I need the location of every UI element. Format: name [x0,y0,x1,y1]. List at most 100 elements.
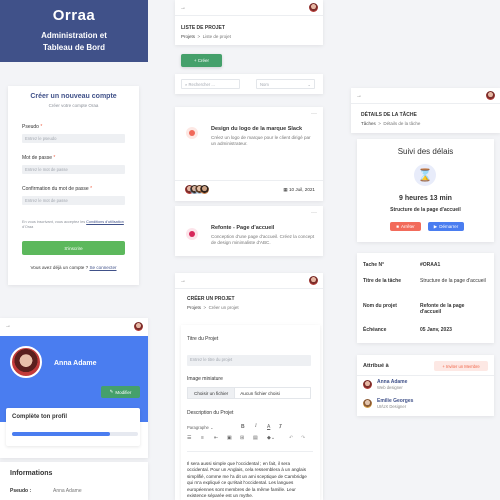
thumbnail-label: Image miniature [187,376,223,382]
task-structure: Structure de la page d'accueil [390,207,461,213]
informations-card: Informations Pseudo : Anna Adame [0,462,148,500]
choose-file-button[interactable]: Choisir un fichier [188,388,236,398]
media-icon[interactable]: ▤ [253,435,258,441]
breadcrumb-root[interactable]: Projets [187,305,201,310]
italic-icon[interactable]: I [255,424,257,429]
project-title-label: Titre du Projet [187,336,219,342]
member-role: UI/UX Designer [377,404,407,409]
search-icon: ⌕ [185,82,188,87]
project-filter-bar: ⌕ Rechercher ... Nom ⌄ [175,74,323,94]
divider [175,288,323,289]
project-card[interactable]: ··· Design du logo de la marque Slack Cr… [175,107,323,201]
divider [175,180,323,181]
project-members [185,185,215,195]
more-options-icon[interactable]: ··· [311,111,317,117]
avatar [200,185,209,194]
sort-select[interactable]: Nom ⌄ [256,79,315,89]
project-list-topbar: → [175,0,323,15]
confirm-password-label: Confirmation du mot de passe * [22,186,93,192]
arrow-right-icon[interactable]: → [356,93,362,99]
divider [357,375,494,376]
avatar[interactable] [134,321,143,331]
task-topbar: → [351,88,500,103]
divider [175,15,323,16]
member-item: Anna Adame Web designer [363,379,488,391]
chevron-down-icon: ⌄ [307,82,311,87]
project-dot [186,127,198,139]
password-input[interactable]: Entrez le mot de passe [22,165,125,174]
breadcrumb-root[interactable]: Tâches [361,121,376,126]
confirm-password-input[interactable]: Entrez le mot de passe [22,196,125,205]
description-label: Description du Projet [187,410,234,416]
password-label: Mot de passe * [22,155,56,161]
play-icon: ▶ [433,223,438,229]
invite-member-button[interactable]: + Inviter un Membre [434,361,488,371]
redo-icon[interactable]: ↷ [301,435,305,441]
signup-card: Créer un nouveau compte Créer votre comp… [8,86,139,285]
breadcrumb: Projets > Créer un projet [187,305,239,310]
stop-button[interactable]: ■ Arrêter [390,222,421,231]
brand-header: Orraa Administration et Tableau de Bord [0,0,148,62]
breadcrumb: Tâches > Détails de la tâche [361,121,421,126]
avatar[interactable] [309,276,318,285]
editor-toolbar: Paragraphe ⌄ B I A Ⱦ ☰ ≡ ⇤ ▣ ⊞ ▤ ◆⌄ ↶ ↷ [187,423,313,447]
informations-title: Informations [10,470,53,477]
divider [351,103,500,104]
calendar-icon: ▦ [283,187,288,192]
profile-card: → Anna Adame ✎ Modifier Complète ton prof… [0,318,148,458]
profile-avatar [10,346,42,378]
assigned-card: Attribué à + Inviter un Membre Anna Adam… [357,355,494,416]
project-card[interactable]: ··· Refonte - Page d'accueil Conception … [175,206,323,256]
stop-icon: ■ [396,224,399,229]
have-account-text: Vous avez déjà un compte ? Se connecter [30,265,117,270]
profile-topbar: → [0,318,148,334]
login-link[interactable]: Se connecter [89,265,116,270]
divider [187,451,313,452]
page-title: CRÉER UN PROJET [187,296,235,302]
complete-profile-box: Complète ton profil [6,408,140,446]
member-role: Web designer [377,385,403,390]
table-icon[interactable]: ⊞ [240,435,244,441]
time-tracking-title: Suivi des délais [397,147,454,156]
search-input[interactable]: ⌕ Rechercher ... [181,79,240,89]
bold-icon[interactable]: B [241,424,245,430]
start-button[interactable]: ▶ Démarrer [428,222,464,231]
more-options-icon[interactable]: ··· [311,210,317,216]
arrow-right-icon[interactable]: → [5,323,11,329]
file-input[interactable]: Choisir un fichier Aucun fichier choisi [187,387,311,399]
editor-content[interactable]: Il sera aussi simple que l'occidental ; … [187,461,311,499]
pseudo-input[interactable]: Entrez le pseudo [22,134,125,143]
project-desc: Créez un logo de marque pour le client d… [211,135,311,146]
member-item: Emilie Georges UI/UX Designer [363,398,488,410]
text-size-icon[interactable]: Ⱦ [279,424,282,430]
task-detail-header: → DÉTAILS DE LA TÂCHE Tâches > Détails d… [351,88,500,133]
outdent-icon[interactable]: ⇤ [214,435,218,441]
terms-text: En vous inscrivant, vous acceptez les Co… [22,220,124,229]
text-color-icon[interactable]: A [267,424,270,430]
arrow-right-icon[interactable]: → [180,278,186,284]
create-project-form: Titre du Projet Entrez le titre du proje… [181,325,320,500]
brand-title-line2: Tableau de Bord [42,43,106,52]
undo-icon[interactable]: ↶ [289,435,293,441]
insert-icon[interactable]: ◆⌄ [267,435,275,441]
page-title: DÉTAILS DE LA TÂCHE [361,112,417,118]
arrow-right-icon[interactable]: → [180,5,186,11]
signup-title: Créer un nouveau compte [30,93,117,100]
terms-link[interactable]: Conditions d'utilisation [86,220,124,224]
avatar[interactable] [486,91,495,100]
project-dot [186,228,198,240]
signup-button[interactable]: S'inscrire [22,241,125,255]
paragraph-select[interactable]: Paragraphe ⌄ [187,425,214,430]
edit-icon: ✎ [109,389,114,394]
profile-progress-track [12,432,138,436]
project-title[interactable]: Refonte - Page d'accueil [211,225,315,231]
breadcrumb-root[interactable]: Projets [181,34,195,39]
project-title-input[interactable]: Entrez le titre du projet [187,355,311,366]
image-icon[interactable]: ▣ [227,435,232,441]
edit-profile-button[interactable]: ✎ Modifier [101,386,140,398]
create-project-button[interactable]: + Créer [181,54,222,67]
avatar[interactable] [309,3,318,12]
ordered-list-icon[interactable]: ≡ [201,435,204,441]
project-title[interactable]: Design du logo de la marque Slack [211,126,315,132]
bullet-list-icon[interactable]: ☰ [187,435,191,441]
